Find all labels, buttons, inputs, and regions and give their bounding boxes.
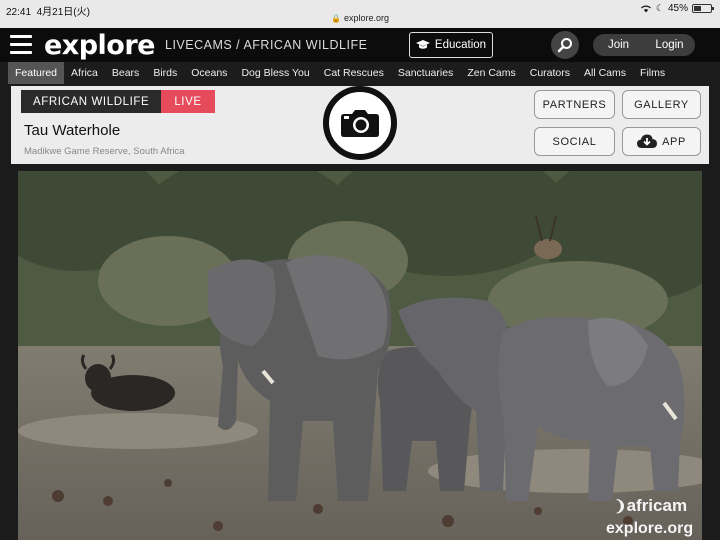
live-badge: LIVE xyxy=(161,90,215,113)
category-tag[interactable]: AFRICAN WILDLIFE xyxy=(21,90,162,113)
social-button[interactable]: SOCIAL xyxy=(534,127,615,156)
category-bar: Featured Africa Bears Birds Oceans Dog B… xyxy=(0,62,720,84)
gallery-button[interactable]: GALLERY xyxy=(622,90,701,119)
search-icon xyxy=(557,38,572,53)
snapshot-button[interactable] xyxy=(323,86,397,160)
lock-icon: 🔒 xyxy=(331,14,341,23)
top-nav: explore LIVECAMS / AFRICAN WILDLIFE Educ… xyxy=(0,28,720,62)
category-zen-cams[interactable]: Zen Cams xyxy=(460,62,522,84)
live-video[interactable]: ❩africam explore.org xyxy=(18,171,702,540)
partners-button[interactable]: PARTNERS xyxy=(534,90,615,119)
category-featured[interactable]: Featured xyxy=(8,62,65,84)
category-oceans[interactable]: Oceans xyxy=(184,62,234,84)
join-button[interactable]: Join xyxy=(593,34,644,56)
app-button[interactable]: APP xyxy=(622,127,701,156)
wifi-icon xyxy=(640,5,651,13)
category-cat-rescues[interactable]: Cat Rescues xyxy=(317,62,391,84)
graduation-cap-icon xyxy=(415,40,430,49)
menu-icon[interactable] xyxy=(10,35,32,55)
explore-logo[interactable]: explore xyxy=(44,30,156,61)
category-africa[interactable]: Africa xyxy=(64,62,105,84)
africam-logo-icon: ❩ xyxy=(614,498,627,515)
search-button[interactable] xyxy=(551,31,579,59)
category-birds[interactable]: Birds xyxy=(146,62,184,84)
category-bears[interactable]: Bears xyxy=(105,62,146,84)
cam-location: Madikwe Game Reserve, South Africa xyxy=(24,146,185,157)
education-label: Education xyxy=(434,39,487,51)
status-indicators: ☾ 45% xyxy=(640,3,714,14)
category-all-cams[interactable]: All Cams xyxy=(577,62,633,84)
video-frame xyxy=(18,171,702,540)
camera-icon xyxy=(341,110,379,137)
app-label: APP xyxy=(662,135,686,148)
breadcrumb[interactable]: LIVECAMS / AFRICAN WILDLIFE xyxy=(165,38,367,52)
explore-watermark: explore.org xyxy=(606,520,694,537)
auth-buttons: Join Login xyxy=(593,34,695,56)
category-sanctuaries[interactable]: Sanctuaries xyxy=(391,62,460,84)
cam-tags: AFRICAN WILDLIFE LIVE xyxy=(21,90,215,113)
education-button[interactable]: Education xyxy=(409,32,493,58)
africam-watermark: ❩africam xyxy=(614,496,688,515)
address-bar[interactable]: 🔒 explore.org xyxy=(0,13,720,23)
category-curators[interactable]: Curators xyxy=(523,62,577,84)
cam-title: Tau Waterhole xyxy=(24,122,121,139)
battery-percent: 45% xyxy=(667,3,688,14)
battery-icon xyxy=(692,4,714,13)
moon-icon: ☾ xyxy=(655,3,664,13)
category-films[interactable]: Films xyxy=(633,62,672,84)
login-button[interactable]: Login xyxy=(644,34,695,56)
status-bar: 22:41 4月21日(火) 🔒 explore.org ☾ 45% xyxy=(0,0,720,28)
cam-info-panel: AFRICAN WILDLIFE LIVE Tau Waterhole Madi… xyxy=(11,86,709,164)
url-text: explore.org xyxy=(343,13,389,23)
category-dog-bless-you[interactable]: Dog Bless You xyxy=(234,62,316,84)
cloud-download-icon xyxy=(637,134,658,148)
